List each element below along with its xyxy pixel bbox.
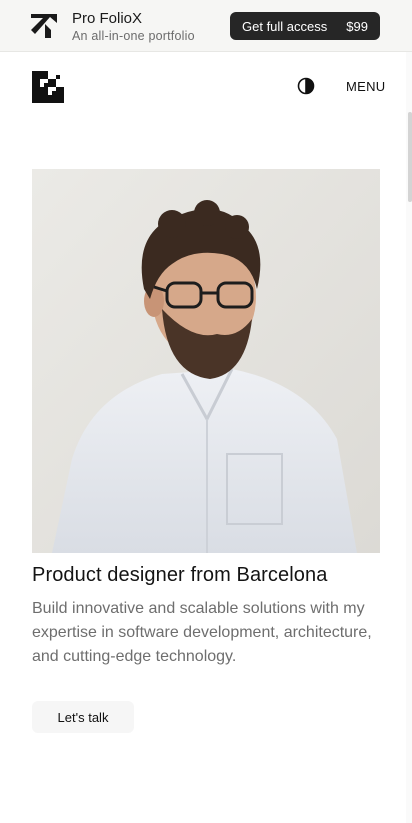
get-full-access-label: Get full access: [242, 18, 328, 34]
hero-photo: [32, 169, 380, 553]
scrollbar[interactable]: [406, 52, 412, 823]
lets-talk-button[interactable]: Let's talk: [32, 701, 134, 733]
hero-description: Build innovative and scalable solutions …: [32, 600, 372, 665]
menu-button[interactable]: MENU: [346, 79, 385, 94]
price-label: $99: [346, 18, 368, 34]
get-full-access-button[interactable]: Get full access $99: [230, 12, 380, 40]
promo-title: Pro FolioX: [72, 10, 143, 27]
scrollbar-thumb[interactable]: [408, 112, 412, 202]
checker-logo-icon[interactable]: [32, 71, 64, 103]
hero-headline: Product designer from Barcelona: [32, 564, 328, 586]
theme-toggle-button[interactable]: [291, 71, 321, 101]
promo-banner: Pro FolioX An all-in-one portfolio Get f…: [0, 0, 412, 52]
contrast-icon: [297, 77, 315, 95]
arrow-logo-icon[interactable]: [31, 14, 57, 38]
portrait-image: [32, 169, 380, 553]
promo-subtitle: An all-in-one portfolio: [72, 29, 195, 43]
